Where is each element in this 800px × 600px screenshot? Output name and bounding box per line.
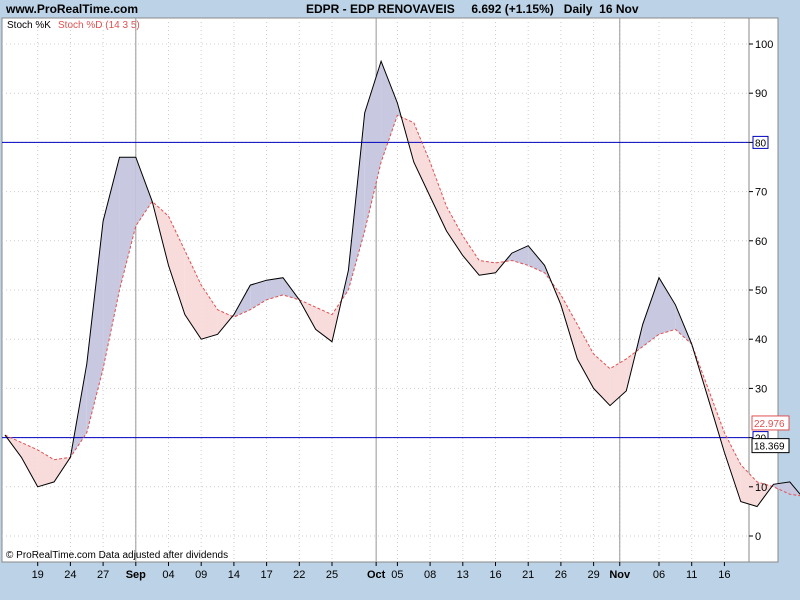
x-tick-label: 22: [293, 569, 305, 581]
x-tick-label: 06: [653, 569, 665, 581]
x-axis: 19 24 27 Sep 04 09 14 17 22 25 Oct 05 08 13 16 21 26 29 No…: [32, 562, 731, 581]
x-tick-label: 27: [97, 569, 109, 581]
x-tick-label: 17: [260, 569, 272, 581]
y-tick-label: 50: [755, 285, 767, 297]
stochastic-chart: Stoch %K Stoch %D (14 3 5) 0102030405060…: [1, 17, 800, 581]
footer-copyright: © ProRealTime.com Data adjusted after di…: [6, 550, 228, 561]
x-tick-label: Oct: [367, 569, 386, 581]
y-tick-label: 60: [755, 236, 767, 248]
x-tick-label: 05: [391, 569, 403, 581]
x-tick-label: 19: [32, 569, 44, 581]
legend-d-label: Stoch %D (14 3 5): [58, 20, 140, 31]
x-tick-label: 09: [195, 569, 207, 581]
y-tick-label: 40: [755, 334, 767, 346]
x-tick-label: 26: [555, 569, 567, 581]
x-tick-label: 21: [522, 569, 534, 581]
x-tick-label: 13: [457, 569, 469, 581]
x-tick-label: 04: [162, 569, 174, 581]
y-tick-label: 0: [755, 531, 761, 543]
x-tick-label: 14: [228, 569, 240, 581]
y-tick-label: 70: [755, 187, 767, 199]
x-tick-label: 24: [64, 569, 76, 581]
legend-k-label: Stoch %K: [7, 20, 51, 31]
x-tick-label: Sep: [126, 569, 146, 581]
x-tick-label: 16: [718, 569, 730, 581]
level-label: 80: [755, 138, 767, 149]
x-tick-label: Nov: [609, 569, 631, 581]
y-tick-label: 100: [755, 39, 773, 51]
last-value-label: 22.976: [754, 419, 785, 430]
last-value-label: 18.369: [754, 442, 785, 453]
x-tick-label: 25: [326, 569, 338, 581]
y-tick-label: 10: [755, 482, 767, 494]
x-tick-label: 29: [587, 569, 599, 581]
x-tick-label: 11: [686, 569, 697, 581]
y-tick-label: 30: [755, 383, 767, 395]
x-tick-label: 08: [424, 569, 436, 581]
x-tick-label: 16: [489, 569, 501, 581]
y-tick-label: 90: [755, 88, 767, 100]
